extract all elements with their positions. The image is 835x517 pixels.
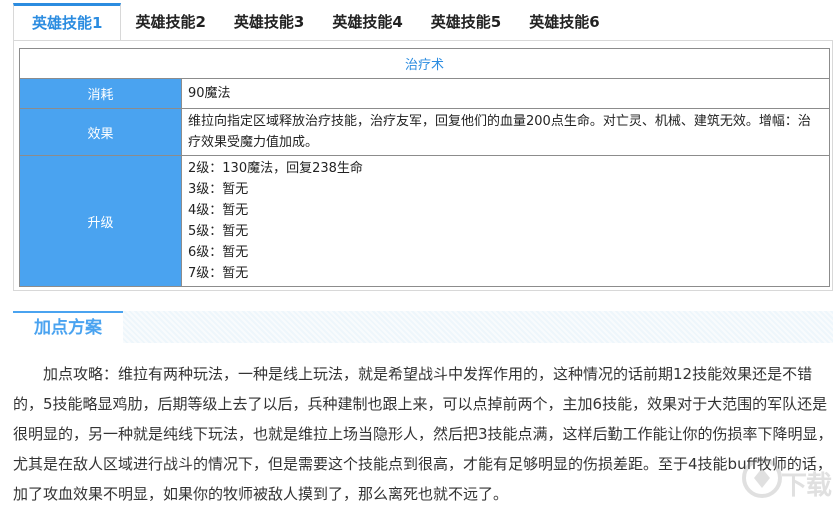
table-row: 效果 维拉向指定区域释放治疗技能，治疗友军，回复他们的血量200点生命。对亡灵、… bbox=[19, 108, 830, 156]
tab-skill-3[interactable]: 英雄技能3 bbox=[220, 3, 318, 41]
tab-skill-5[interactable]: 英雄技能5 bbox=[417, 3, 515, 41]
tab-skill-6[interactable]: 英雄技能6 bbox=[515, 3, 613, 41]
level-item: 3级：暂无 bbox=[188, 182, 249, 197]
effect-label: 效果 bbox=[19, 108, 182, 156]
upgrade-levels: 2级：130魔法，回复238生命 3级：暂无 4级：暂无 5级：暂无 6级：暂无… bbox=[181, 155, 830, 287]
level-item: 6级：暂无 bbox=[188, 245, 249, 260]
table-row: 升级 2级：130魔法，回复238生命 3级：暂无 4级：暂无 5级：暂无 6级… bbox=[19, 155, 830, 287]
tab-skill-1[interactable]: 英雄技能1 bbox=[13, 3, 122, 41]
upgrade-label: 升级 bbox=[19, 155, 182, 287]
level-item: 2级：130魔法，回复238生命 bbox=[188, 161, 363, 176]
article-paragraph: 加点攻略：维拉有两种玩法，一种是线上玩法，就是希望战斗中发挥作用的，这种情况的话… bbox=[13, 365, 833, 503]
cost-value: 90魔法 bbox=[181, 78, 830, 109]
table-row: 治疗术 bbox=[19, 48, 830, 79]
section-title: 加点方案 bbox=[13, 311, 123, 343]
level-item: 4级：暂无 bbox=[188, 203, 249, 218]
skill-table: 治疗术 消耗 90魔法 效果 维拉向指定区域释放治疗技能，治疗友军，回复他们的血… bbox=[19, 48, 830, 287]
cost-label: 消耗 bbox=[19, 78, 182, 109]
tab-skill-2[interactable]: 英雄技能2 bbox=[121, 3, 219, 41]
effect-value: 维拉向指定区域释放治疗技能，治疗友军，回复他们的血量200点生命。对亡灵、机械、… bbox=[181, 108, 830, 156]
level-item: 7级：暂无 bbox=[188, 266, 249, 281]
skill-title: 治疗术 bbox=[19, 48, 830, 79]
level-item: 5级：暂无 bbox=[188, 224, 249, 239]
section-header: 加点方案 bbox=[13, 311, 833, 343]
skill-tabs: 英雄技能1 英雄技能2 英雄技能3 英雄技能4 英雄技能5 英雄技能6 bbox=[13, 3, 833, 41]
tab-skill-4[interactable]: 英雄技能4 bbox=[318, 3, 416, 41]
table-row: 消耗 90魔法 bbox=[19, 78, 830, 109]
